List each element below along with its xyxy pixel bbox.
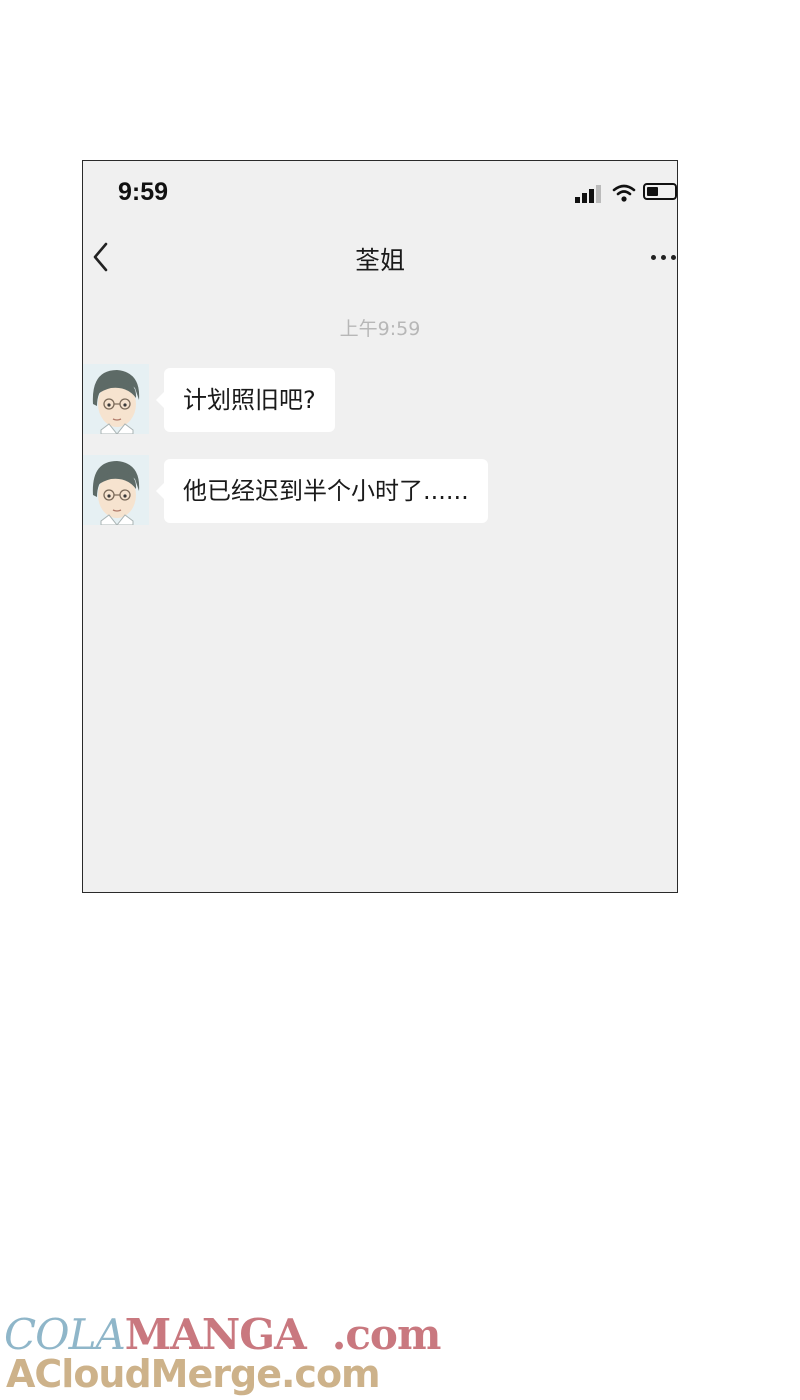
signal-icon [575,185,601,203]
avatar[interactable] [83,455,149,525]
watermark-acloudmerge: ACloudMerge.com [6,1352,381,1396]
chat-title: 荃姐 [354,246,405,275]
message-bubble[interactable]: 他已经迟到半个小时了...... [156,459,488,523]
battery-icon [643,183,677,200]
more-icon[interactable] [649,249,677,265]
message-bubble[interactable]: 计划照旧吧? [156,368,335,432]
avatar[interactable] [83,364,149,434]
message-row: 计划照旧吧? [83,364,677,436]
chat-screen: 9:59 荃姐 上午9:59 计划照旧吧? 他已经迟到半个小时了...... [82,160,678,893]
message-row: 他已经迟到半个小时了...... [83,455,677,527]
message-timestamp: 上午9:59 [339,318,421,340]
status-time: 9:59 [118,178,169,206]
wifi-icon [612,184,636,202]
